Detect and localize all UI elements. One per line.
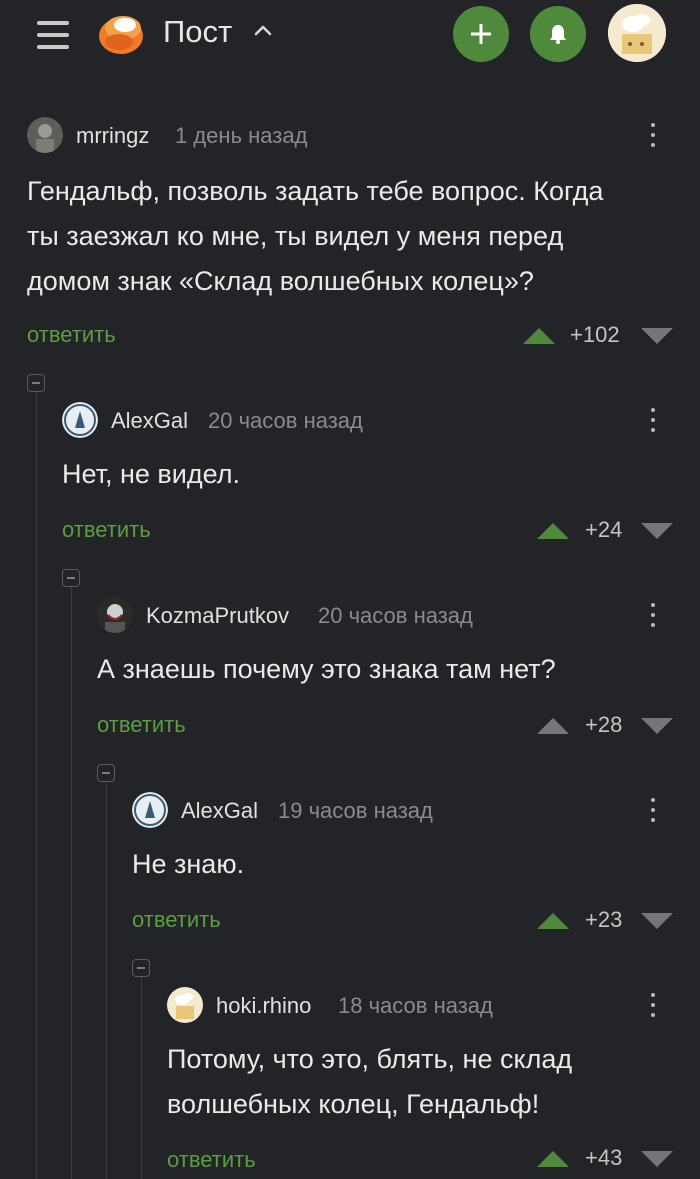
avatar[interactable]	[97, 597, 133, 633]
avatar[interactable]	[62, 402, 98, 438]
more-vertical-icon[interactable]	[644, 792, 662, 828]
username[interactable]: mrringz	[76, 123, 149, 149]
timestamp: 1 день назад	[175, 123, 308, 148]
thread-line	[36, 392, 37, 1179]
downvote-icon[interactable]	[641, 718, 673, 734]
chevron-up-icon[interactable]	[253, 20, 273, 40]
rating: +43	[585, 1145, 623, 1170]
downvote-icon[interactable]	[641, 1151, 673, 1167]
thread-line	[71, 587, 72, 1179]
downvote-icon[interactable]	[641, 328, 673, 344]
reply-button[interactable]: ответить	[62, 517, 151, 543]
more-vertical-icon[interactable]	[644, 597, 662, 633]
collapse-thread-button[interactable]	[97, 764, 115, 782]
plus-icon	[471, 24, 491, 44]
collapse-thread-button[interactable]	[132, 959, 150, 977]
avatar[interactable]	[167, 987, 203, 1023]
upvote-icon[interactable]	[537, 523, 569, 539]
upvote-icon[interactable]	[537, 1151, 569, 1167]
comment-text: А знаешь почему это знака там нет?	[97, 654, 556, 684]
upvote-icon[interactable]	[523, 328, 555, 344]
reply-button[interactable]: ответить	[132, 907, 221, 933]
profile-avatar[interactable]	[608, 4, 666, 62]
comment-text: Не знаю.	[132, 849, 245, 879]
more-vertical-icon[interactable]	[644, 402, 662, 438]
rating: +28	[585, 712, 623, 737]
username[interactable]: hoki.rhino	[216, 993, 311, 1019]
page-title[interactable]: Пост	[163, 14, 232, 50]
thread-line	[106, 782, 107, 1179]
pikabu-logo[interactable]	[95, 8, 147, 56]
comment-text: Потому, что это, блять, не склад волшебн…	[167, 1044, 573, 1119]
collapse-thread-button[interactable]	[62, 569, 80, 587]
reply-button[interactable]: ответить	[167, 1147, 256, 1173]
bell-icon	[550, 25, 566, 45]
upvote-icon[interactable]	[537, 913, 569, 929]
rating: +102	[570, 322, 620, 347]
comment-text: Нет, не видел.	[62, 459, 240, 489]
reply-button[interactable]: ответить	[97, 712, 186, 738]
notifications-button[interactable]	[530, 6, 586, 62]
rating: +23	[585, 907, 623, 932]
comment-text: Гендальф, позволь задать тебе вопрос. Ко…	[27, 176, 604, 296]
downvote-icon[interactable]	[641, 523, 673, 539]
avatar[interactable]	[27, 117, 63, 153]
more-vertical-icon[interactable]	[644, 987, 662, 1023]
timestamp: 20 часов назад	[318, 603, 473, 628]
top-bar: Пост	[0, 0, 700, 70]
avatar[interactable]	[132, 792, 168, 828]
add-post-button[interactable]	[453, 6, 509, 62]
username[interactable]: KozmaPrutkov	[146, 603, 289, 629]
collapse-thread-button[interactable]	[27, 374, 45, 392]
username[interactable]: AlexGal	[111, 408, 188, 434]
hamburger-icon[interactable]	[37, 21, 69, 49]
downvote-icon[interactable]	[641, 913, 673, 929]
rating: +24	[585, 517, 623, 542]
reply-button[interactable]: ответить	[27, 322, 116, 348]
upvote-icon[interactable]	[537, 718, 569, 734]
timestamp: 19 часов назад	[278, 798, 433, 823]
timestamp: 20 часов назад	[208, 408, 363, 433]
timestamp: 18 часов назад	[338, 993, 493, 1018]
more-vertical-icon[interactable]	[644, 117, 662, 153]
username[interactable]: AlexGal	[181, 798, 258, 824]
